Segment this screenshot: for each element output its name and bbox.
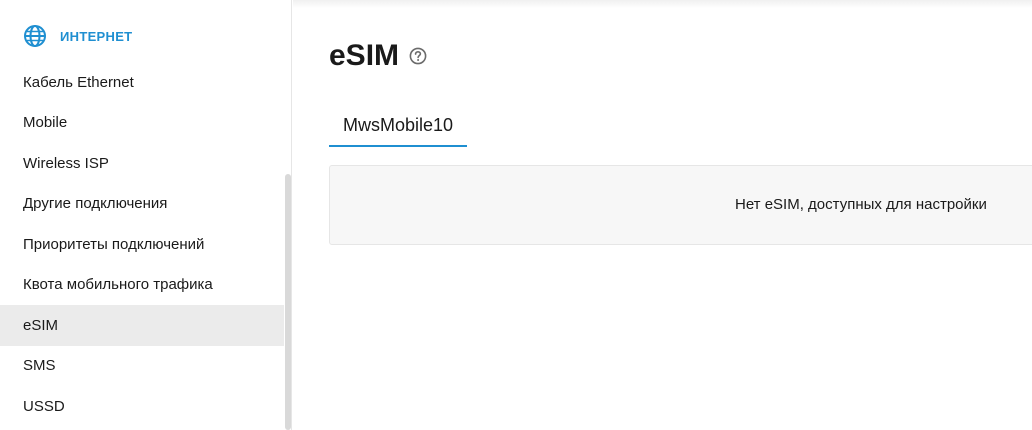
sidebar-item-mobile[interactable]: Mobile	[0, 103, 284, 144]
globe-icon	[24, 25, 46, 47]
help-circle-icon[interactable]	[409, 47, 427, 65]
sidebar-item-ussd[interactable]: USSD	[0, 386, 284, 427]
section-title: ИНТЕРНЕТ	[60, 28, 133, 44]
sidebar-menu: Кабель Ethernet Mobile Wireless ISP Друг…	[0, 62, 284, 427]
section-header-internet: ИНТЕРНЕТ	[24, 24, 132, 48]
page-title: eSIM	[329, 39, 400, 72]
sidebar-item-esim[interactable]: eSIM	[0, 305, 284, 346]
main-content: eSIM MwsMobile10 Нет eSIM, доступных для…	[293, 0, 1032, 430]
tab-mwsmobile10[interactable]: MwsMobile10	[329, 108, 468, 147]
sidebar-item-wireless-isp[interactable]: Wireless ISP	[0, 143, 284, 184]
sidebar-item-other-connections[interactable]: Другие подключения	[0, 184, 284, 225]
sidebar-item-ethernet-cable[interactable]: Кабель Ethernet	[0, 62, 284, 103]
tabs: MwsMobile10	[329, 108, 468, 147]
sidebar: ИНТЕРНЕТ Кабель Ethernet Mobile Wireless…	[0, 0, 292, 430]
empty-message: Нет eSIM, доступных для настройки	[735, 196, 987, 213]
sidebar-item-mobile-traffic-quota[interactable]: Квота мобильного трафика	[0, 265, 284, 306]
esim-panel: Нет eSIM, доступных для настройки	[329, 165, 1032, 245]
page-header: eSIM	[329, 38, 427, 74]
sidebar-item-connection-priorities[interactable]: Приоритеты подключений	[0, 224, 284, 265]
top-shadow	[293, 0, 1032, 8]
sidebar-scrollbar[interactable]	[285, 174, 291, 430]
sidebar-item-sms[interactable]: SMS	[0, 346, 284, 387]
